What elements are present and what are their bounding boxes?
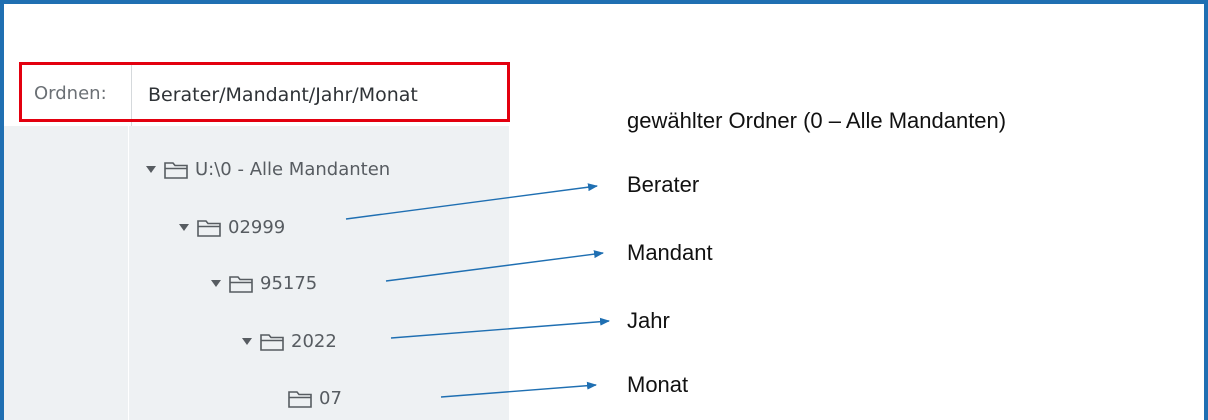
arrow-month: [440, 381, 597, 398]
annotation-arrows: [345, 183, 610, 398]
arrow-advisor: [345, 183, 598, 220]
arrow-year: [390, 317, 610, 339]
arrow-client: [385, 250, 604, 282]
